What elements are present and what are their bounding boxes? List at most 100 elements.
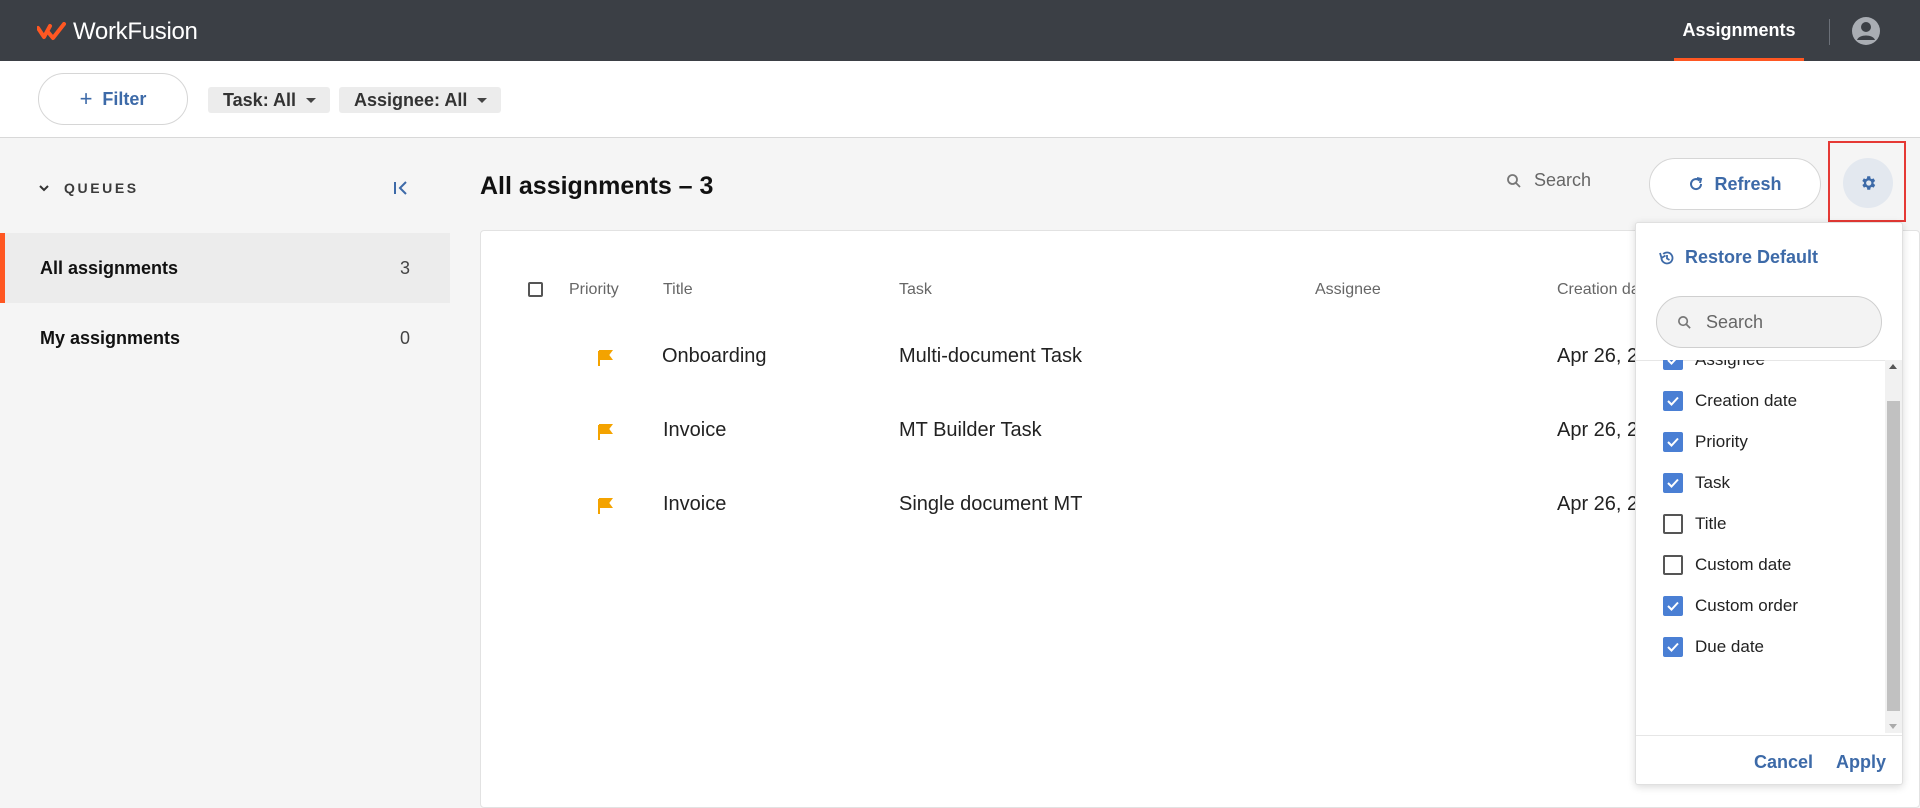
option-label: Due date bbox=[1695, 637, 1764, 656]
column-option-title[interactable]: Title bbox=[1663, 510, 1727, 538]
column-search-input[interactable]: Search bbox=[1656, 296, 1882, 348]
assignments-search[interactable]: Search bbox=[1506, 170, 1591, 191]
refresh-label: Refresh bbox=[1714, 173, 1782, 194]
filter-bar: + Filter Task: All Assignee: All bbox=[0, 61, 1920, 138]
refresh-button[interactable]: Refresh bbox=[1649, 158, 1821, 210]
checkmark-icon bbox=[1667, 396, 1679, 406]
column-option-custom-order[interactable]: Custom order bbox=[1663, 592, 1798, 620]
row-task: Multi-document Task bbox=[899, 345, 1083, 367]
cancel-button[interactable]: Cancel bbox=[1754, 752, 1813, 773]
checkmark-icon bbox=[1667, 642, 1679, 652]
filter-button[interactable]: + Filter bbox=[38, 73, 188, 125]
checkbox-checked[interactable] bbox=[1663, 360, 1683, 370]
column-header-priority[interactable]: Priority bbox=[569, 281, 619, 299]
history-icon bbox=[1659, 251, 1674, 264]
column-list-scrollbar[interactable] bbox=[1885, 360, 1902, 733]
column-settings-panel: Restore Default Search Assignee Creation… bbox=[1635, 222, 1903, 785]
restore-default-button[interactable]: Restore Default bbox=[1658, 247, 1818, 268]
account-icon[interactable] bbox=[1851, 16, 1881, 46]
checkbox-checked[interactable] bbox=[1663, 473, 1683, 493]
option-label: Custom order bbox=[1695, 596, 1798, 615]
workfusion-logo[interactable]: WorkFusion bbox=[37, 18, 198, 46]
checkbox-unchecked[interactable] bbox=[1663, 555, 1683, 575]
column-option-creation-date[interactable]: Creation date bbox=[1663, 387, 1797, 415]
settings-highlight bbox=[1828, 141, 1906, 222]
column-header-assignee[interactable]: Assignee bbox=[1315, 281, 1381, 299]
search-icon bbox=[1507, 173, 1521, 188]
scroll-down-arrow-icon[interactable] bbox=[1889, 724, 1897, 729]
queues-sidebar: QUEUES All assignments 3 My assignments … bbox=[0, 139, 450, 808]
chevron-down-icon bbox=[39, 185, 49, 192]
queue-count: 0 bbox=[399, 327, 410, 348]
checkmark-icon bbox=[1667, 601, 1679, 611]
queues-heading: QUEUES bbox=[64, 180, 139, 196]
brand-name: WorkFusion bbox=[73, 18, 198, 45]
task-filter-chip[interactable]: Task: All bbox=[208, 87, 331, 113]
option-label: Creation date bbox=[1695, 391, 1798, 410]
checkbox-unchecked[interactable] bbox=[1663, 514, 1683, 534]
apply-button[interactable]: Apply bbox=[1836, 752, 1886, 773]
assignee-chip-label: Assignee: All bbox=[354, 89, 468, 110]
column-option-task[interactable]: Task bbox=[1663, 469, 1730, 497]
refresh-icon bbox=[1690, 177, 1703, 191]
priority-flag-icon bbox=[598, 498, 613, 514]
top-bar: WorkFusion Assignments bbox=[0, 0, 1920, 61]
queues-toggle[interactable]: QUEUES bbox=[38, 180, 139, 196]
search-placeholder: Search bbox=[1534, 170, 1592, 190]
column-header-title[interactable]: Title bbox=[663, 281, 693, 299]
column-options-list: Assignee Creation date Priority Task Tit… bbox=[1636, 360, 1902, 733]
scroll-up-arrow-icon[interactable] bbox=[1889, 364, 1897, 369]
row-creation-date: Apr 26, 2 bbox=[1557, 493, 1639, 515]
checkbox-checked[interactable] bbox=[1663, 637, 1683, 657]
column-settings-button[interactable] bbox=[1843, 158, 1893, 208]
nav-tab-assignments[interactable]: Assignments bbox=[1674, 0, 1804, 61]
page-title: All assignments – 3 bbox=[480, 172, 714, 200]
caret-down-icon bbox=[477, 97, 488, 103]
priority-flag-icon bbox=[598, 424, 613, 440]
checkmark-icon bbox=[1667, 437, 1679, 447]
column-option-assignee[interactable]: Assignee bbox=[1663, 360, 1765, 374]
row-title: Onboarding bbox=[662, 345, 767, 367]
search-icon bbox=[1678, 315, 1691, 329]
caret-down-icon bbox=[306, 97, 317, 103]
checkbox-checked[interactable] bbox=[1663, 596, 1683, 616]
collapse-sidebar-icon[interactable] bbox=[390, 177, 412, 199]
filter-label: Filter bbox=[102, 88, 147, 109]
option-label: Priority bbox=[1695, 432, 1748, 451]
queue-label: All assignments bbox=[40, 257, 179, 278]
option-label: Custom date bbox=[1695, 555, 1792, 574]
queue-item-my-assignments[interactable]: My assignments 0 bbox=[0, 303, 450, 373]
checkbox-checked[interactable] bbox=[1663, 391, 1683, 411]
row-task: MT Builder Task bbox=[899, 419, 1042, 441]
plus-icon: + bbox=[79, 86, 93, 111]
row-title: Invoice bbox=[663, 419, 727, 441]
top-divider bbox=[1829, 19, 1830, 45]
option-label: Task bbox=[1695, 473, 1730, 492]
column-header-creation-date[interactable]: Creation da bbox=[1557, 281, 1640, 299]
panel-footer: Cancel Apply bbox=[1636, 735, 1902, 784]
column-search-placeholder: Search bbox=[1706, 311, 1764, 332]
queue-label: My assignments bbox=[40, 327, 181, 348]
gear-icon bbox=[1862, 176, 1876, 190]
row-creation-date: Apr 26, 2 bbox=[1557, 345, 1639, 367]
task-chip-label: Task: All bbox=[223, 89, 297, 110]
column-option-custom-date[interactable]: Custom date bbox=[1663, 551, 1791, 579]
select-all-checkbox[interactable] bbox=[528, 282, 543, 297]
priority-flag-icon bbox=[598, 350, 613, 366]
column-header-task[interactable]: Task bbox=[899, 281, 932, 299]
row-creation-date: Apr 26, 2 bbox=[1557, 419, 1639, 441]
column-option-due-date[interactable]: Due date bbox=[1663, 633, 1764, 661]
option-label: Title bbox=[1695, 514, 1727, 533]
row-task: Single document MT bbox=[899, 493, 1083, 515]
assignee-filter-chip[interactable]: Assignee: All bbox=[339, 87, 502, 113]
checkmark-icon bbox=[1667, 478, 1679, 488]
option-label: Assignee bbox=[1695, 360, 1765, 370]
workfusion-logo-icon bbox=[37, 22, 66, 40]
row-title: Invoice bbox=[663, 493, 727, 515]
checkbox-checked[interactable] bbox=[1663, 432, 1683, 452]
scrollbar-thumb[interactable] bbox=[1887, 401, 1900, 711]
restore-default-label: Restore Default bbox=[1685, 247, 1819, 267]
column-option-priority[interactable]: Priority bbox=[1663, 428, 1748, 456]
queue-item-all-assignments[interactable]: All assignments 3 bbox=[0, 233, 450, 303]
queue-count: 3 bbox=[399, 257, 410, 278]
